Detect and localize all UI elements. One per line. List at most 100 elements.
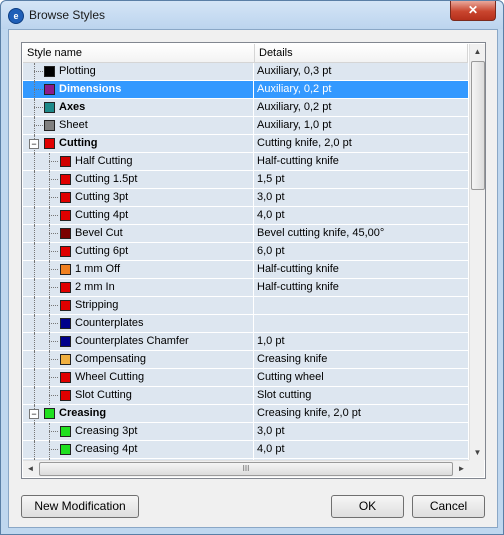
cancel-button[interactable]: Cancel xyxy=(412,495,485,518)
tree-line xyxy=(49,341,58,342)
style-details: 6,0 pt xyxy=(257,245,285,257)
collapse-icon[interactable]: − xyxy=(29,409,39,419)
vertical-scrollbar[interactable]: ▲ ▼ xyxy=(469,44,485,460)
style-row[interactable]: Wheel Cutting Cutting wheel xyxy=(23,369,468,387)
style-name: Half Cutting xyxy=(75,155,133,167)
scroll-right-icon[interactable]: ► xyxy=(454,461,469,476)
tree-line xyxy=(34,297,35,315)
list-rows: Plotting Auxiliary, 0,3 pt Dimensions Auxil… xyxy=(23,63,468,460)
style-name: Plotting xyxy=(59,65,96,77)
color-swatch xyxy=(44,66,55,77)
style-name-cell: Bevel Cut xyxy=(23,225,254,243)
style-name: Creasing 3pt xyxy=(75,425,138,437)
style-name-cell: Cutting 3pt xyxy=(23,189,254,207)
style-name-cell: Wheel Cutting xyxy=(23,369,254,387)
color-swatch xyxy=(44,102,55,113)
tree-line xyxy=(34,71,43,72)
tree-line xyxy=(34,99,35,117)
style-name-cell: Half Cutting xyxy=(23,153,254,171)
ok-button[interactable]: OK xyxy=(331,495,404,518)
tree-line xyxy=(34,423,35,441)
style-row[interactable]: − Cutting Cutting knife, 2,0 pt xyxy=(23,135,468,153)
style-name-cell: Creasing 4pt xyxy=(23,441,254,459)
color-swatch xyxy=(60,354,71,365)
style-row[interactable]: Dimensions Auxiliary, 0,2 pt xyxy=(23,81,468,99)
style-row[interactable]: Cutting 3pt 3,0 pt xyxy=(23,189,468,207)
style-row[interactable]: Counterplates xyxy=(23,315,468,333)
style-name-cell: 2 mm In xyxy=(23,279,254,297)
style-name-cell: Counterplates xyxy=(23,315,254,333)
close-button[interactable]: ✕ xyxy=(450,1,496,21)
style-row[interactable]: − Creasing Creasing knife, 2,0 pt xyxy=(23,405,468,423)
tree-line xyxy=(49,351,50,369)
tree-line xyxy=(49,261,50,279)
color-swatch xyxy=(44,408,55,419)
tree-line xyxy=(49,215,58,216)
style-row[interactable]: 2 mm In Half-cutting knife xyxy=(23,279,468,297)
style-name: Bevel Cut xyxy=(75,227,123,239)
style-details: Auxiliary, 1,0 pt xyxy=(257,119,332,131)
tree-line xyxy=(49,449,58,450)
style-name: Compensating xyxy=(75,353,146,365)
style-row[interactable]: Cutting 1.5pt 1,5 pt xyxy=(23,171,468,189)
tree-line xyxy=(49,179,58,180)
style-row[interactable]: Counterplates Chamfer 1,0 pt xyxy=(23,333,468,351)
style-row[interactable]: Creasing 3pt 3,0 pt xyxy=(23,423,468,441)
collapse-icon[interactable]: − xyxy=(29,139,39,149)
tree-line xyxy=(34,225,35,243)
style-name-cell: Creasing 3pt xyxy=(23,423,254,441)
style-name: Slot Cutting xyxy=(75,389,132,401)
style-name: Cutting 3pt xyxy=(75,191,129,203)
style-row[interactable]: Sheet Auxiliary, 1,0 pt xyxy=(23,117,468,135)
scrollbar-corner xyxy=(469,460,484,477)
style-name-cell: Cutting 6pt xyxy=(23,243,254,261)
style-name-cell: − Cutting xyxy=(23,135,254,153)
style-row[interactable]: Cutting 4pt 4,0 pt xyxy=(23,207,468,225)
style-details: Cutting wheel xyxy=(257,371,324,383)
style-row[interactable]: Creasing 4pt 4,0 pt xyxy=(23,441,468,459)
style-name: Sheet xyxy=(59,119,88,131)
style-details: Auxiliary, 0,2 pt xyxy=(257,101,332,113)
style-details: Creasing knife xyxy=(257,353,328,365)
tree-line xyxy=(34,315,35,333)
column-header-details[interactable]: Details xyxy=(255,44,468,62)
scroll-down-icon[interactable]: ▼ xyxy=(470,445,485,460)
list-header: Style name Details xyxy=(23,44,468,63)
styles-list[interactable]: Style name Details Plotting Auxiliary, 0,… xyxy=(21,42,486,479)
title-bar[interactable]: e Browse Styles xyxy=(1,1,503,29)
style-row[interactable]: 1 mm Off Half-cutting knife xyxy=(23,261,468,279)
style-row[interactable]: Bevel Cut Bevel cutting knife, 45,00° xyxy=(23,225,468,243)
style-name-cell: Plotting xyxy=(23,63,254,81)
style-row[interactable]: Plotting Auxiliary, 0,3 pt xyxy=(23,63,468,81)
tree-line xyxy=(49,387,50,405)
style-name: Counterplates xyxy=(75,317,144,329)
style-name: Cutting 6pt xyxy=(75,245,129,257)
tree-line xyxy=(49,269,58,270)
tree-line xyxy=(49,287,58,288)
style-name-cell: Cutting 4pt xyxy=(23,207,254,225)
style-row[interactable]: Cutting 6pt 6,0 pt xyxy=(23,243,468,261)
color-swatch xyxy=(60,318,71,329)
tree-line xyxy=(49,423,50,441)
column-header-style-name[interactable]: Style name xyxy=(23,44,255,62)
tree-line xyxy=(34,369,35,387)
browse-styles-dialog: e Browse Styles ✕ Style name Details Plo… xyxy=(0,0,504,535)
color-swatch xyxy=(60,336,71,347)
horizontal-scrollbar[interactable]: ◄ III ► xyxy=(23,460,469,477)
style-row[interactable]: Stripping xyxy=(23,297,468,315)
style-row[interactable]: Compensating Creasing knife xyxy=(23,351,468,369)
scroll-left-icon[interactable]: ◄ xyxy=(23,461,38,476)
scroll-up-icon[interactable]: ▲ xyxy=(470,44,485,59)
style-row[interactable]: Axes Auxiliary, 0,2 pt xyxy=(23,99,468,117)
style-row[interactable]: Half Cutting Half-cutting knife xyxy=(23,153,468,171)
vertical-scroll-thumb[interactable] xyxy=(471,61,485,190)
tree-line xyxy=(34,387,35,405)
style-row[interactable]: Slot Cutting Slot cutting xyxy=(23,387,468,405)
color-swatch xyxy=(44,138,55,149)
horizontal-scroll-thumb[interactable]: III xyxy=(39,462,453,476)
tree-line xyxy=(34,107,43,108)
color-swatch xyxy=(60,228,71,239)
style-details: 3,0 pt xyxy=(257,191,285,203)
new-modification-button[interactable]: New Modification xyxy=(21,495,139,518)
tree-line xyxy=(34,153,35,171)
